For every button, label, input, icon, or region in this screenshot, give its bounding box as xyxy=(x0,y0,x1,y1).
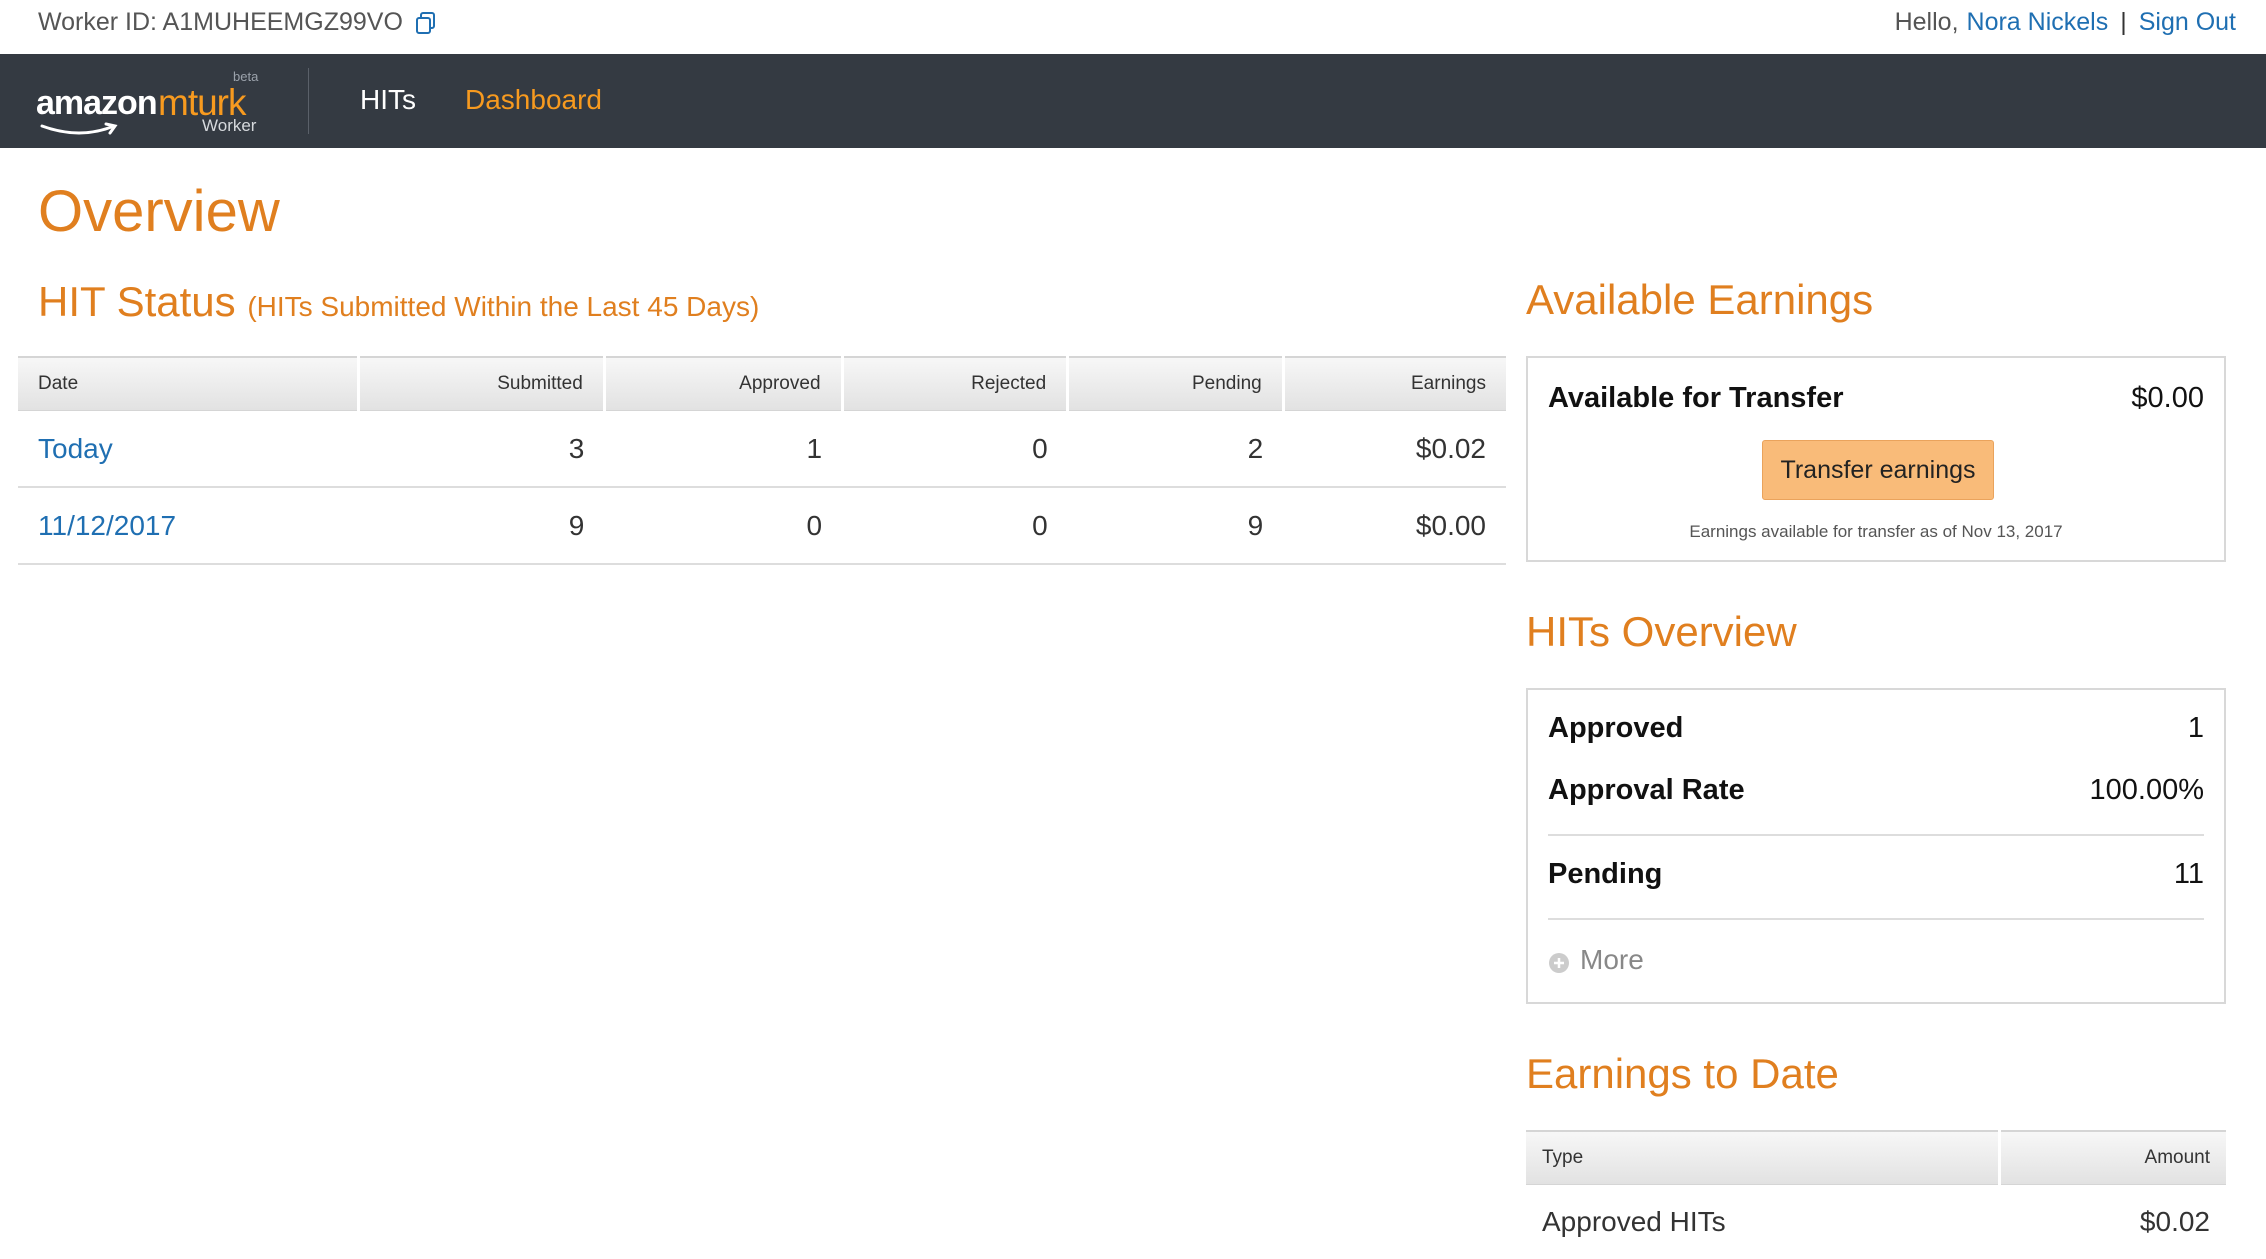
table-header-row: Date Submitted Approved Rejected Pending… xyxy=(18,357,1506,411)
table-row: 11/12/2017 9 0 0 9 $0.00 xyxy=(18,487,1506,564)
submitted-cell: 9 xyxy=(358,487,604,564)
hits-overview-title: HITs Overview xyxy=(1526,608,1797,656)
col-approved[interactable]: Approved xyxy=(604,357,842,411)
approved-cell: 1 xyxy=(604,411,842,488)
date-link[interactable]: Today xyxy=(18,411,358,488)
earnings-to-date-title: Earnings to Date xyxy=(1526,1050,1839,1098)
approved-value: 1 xyxy=(2188,712,2204,745)
available-earnings-title: Available Earnings xyxy=(1526,276,1873,324)
hit-status-subtitle: (HITs Submitted Within the Last 45 Days) xyxy=(247,291,759,322)
available-amount: $0.00 xyxy=(2131,382,2204,415)
separator: | xyxy=(2120,8,2127,37)
logo-amazon-text: amazon xyxy=(36,84,157,123)
nav-divider xyxy=(308,68,309,134)
nav-hits-link[interactable]: HITs xyxy=(360,84,416,116)
approved-cell: 0 xyxy=(604,487,842,564)
col-pending[interactable]: Pending xyxy=(1068,357,1284,411)
more-label: More xyxy=(1580,944,1644,976)
sign-out-link[interactable]: Sign Out xyxy=(2139,8,2236,37)
pending-cell: 9 xyxy=(1068,487,1284,564)
table-header-row: Type Amount xyxy=(1526,1131,2226,1185)
pending-value: 11 xyxy=(2174,858,2204,891)
transfer-earnings-button[interactable]: Transfer earnings xyxy=(1762,440,1994,500)
nav-dashboard-link[interactable]: Dashboard xyxy=(465,84,602,116)
available-for-transfer-label: Available for Transfer xyxy=(1548,382,1843,415)
approved-row: Approved 1 xyxy=(1548,698,2204,758)
main-nav: amazon mturk beta Worker HITs Dashboard xyxy=(0,54,2266,148)
rejected-cell: 0 xyxy=(842,487,1068,564)
earnings-cell: $0.00 xyxy=(1283,487,1506,564)
col-amount[interactable]: Amount xyxy=(2000,1131,2227,1185)
hit-status-heading: HIT Status xyxy=(38,278,236,325)
approval-rate-row: Approval Rate 100.00% xyxy=(1548,760,2204,820)
earning-amount-cell: $0.02 xyxy=(2000,1185,2227,1259)
earning-type-cell: Approved HITs xyxy=(1526,1185,2000,1259)
overview-divider xyxy=(1548,834,2204,836)
hit-status-table: Date Submitted Approved Rejected Pending… xyxy=(18,356,1506,565)
plus-circle-icon xyxy=(1548,949,1570,971)
amazon-smile-icon xyxy=(40,122,120,138)
page-title: Overview xyxy=(38,178,280,245)
user-name-link[interactable]: Nora Nickels xyxy=(1967,8,2109,37)
col-submitted[interactable]: Submitted xyxy=(358,357,604,411)
approved-label: Approved xyxy=(1548,712,1683,745)
table-row: Approved HITs $0.02 xyxy=(1526,1185,2226,1259)
col-type[interactable]: Type xyxy=(1526,1131,2000,1185)
logo-worker-text: Worker xyxy=(202,116,256,136)
worker-id-label: Worker ID: A1MUHEEMGZ99VO xyxy=(38,8,403,37)
copy-icon[interactable] xyxy=(413,10,439,36)
submitted-cell: 3 xyxy=(358,411,604,488)
worker-id: Worker ID: A1MUHEEMGZ99VO xyxy=(38,8,439,37)
table-row: Today 3 1 0 2 $0.02 xyxy=(18,411,1506,488)
date-link[interactable]: 11/12/2017 xyxy=(18,487,358,564)
col-date[interactable]: Date xyxy=(18,357,358,411)
user-area: Hello, Nora Nickels | Sign Out xyxy=(1895,8,2236,37)
pending-row: Pending 11 xyxy=(1548,844,2204,904)
approval-rate-label: Approval Rate xyxy=(1548,774,1745,807)
available-earnings-panel: Available for Transfer $0.00 Transfer ea… xyxy=(1526,356,2226,562)
col-earnings[interactable]: Earnings xyxy=(1283,357,1506,411)
pending-label: Pending xyxy=(1548,858,1662,891)
overview-divider xyxy=(1548,918,2204,920)
hello-text: Hello, xyxy=(1895,8,1959,37)
logo-beta-text: beta xyxy=(233,69,258,84)
transfer-note: Earnings available for transfer as of No… xyxy=(1528,522,2224,542)
more-link[interactable]: More xyxy=(1548,944,1644,976)
hit-status-title: HIT Status (HITs Submitted Within the La… xyxy=(38,278,759,326)
hits-overview-panel: Approved 1 Approval Rate 100.00% Pending… xyxy=(1526,688,2226,1004)
mturk-logo[interactable]: amazon mturk beta Worker xyxy=(36,72,266,134)
approval-rate-value: 100.00% xyxy=(2090,774,2205,807)
top-bar: Worker ID: A1MUHEEMGZ99VO Hello, Nora Ni… xyxy=(0,0,2266,54)
col-rejected[interactable]: Rejected xyxy=(842,357,1068,411)
pending-cell: 2 xyxy=(1068,411,1284,488)
rejected-cell: 0 xyxy=(842,411,1068,488)
earnings-cell: $0.02 xyxy=(1283,411,1506,488)
